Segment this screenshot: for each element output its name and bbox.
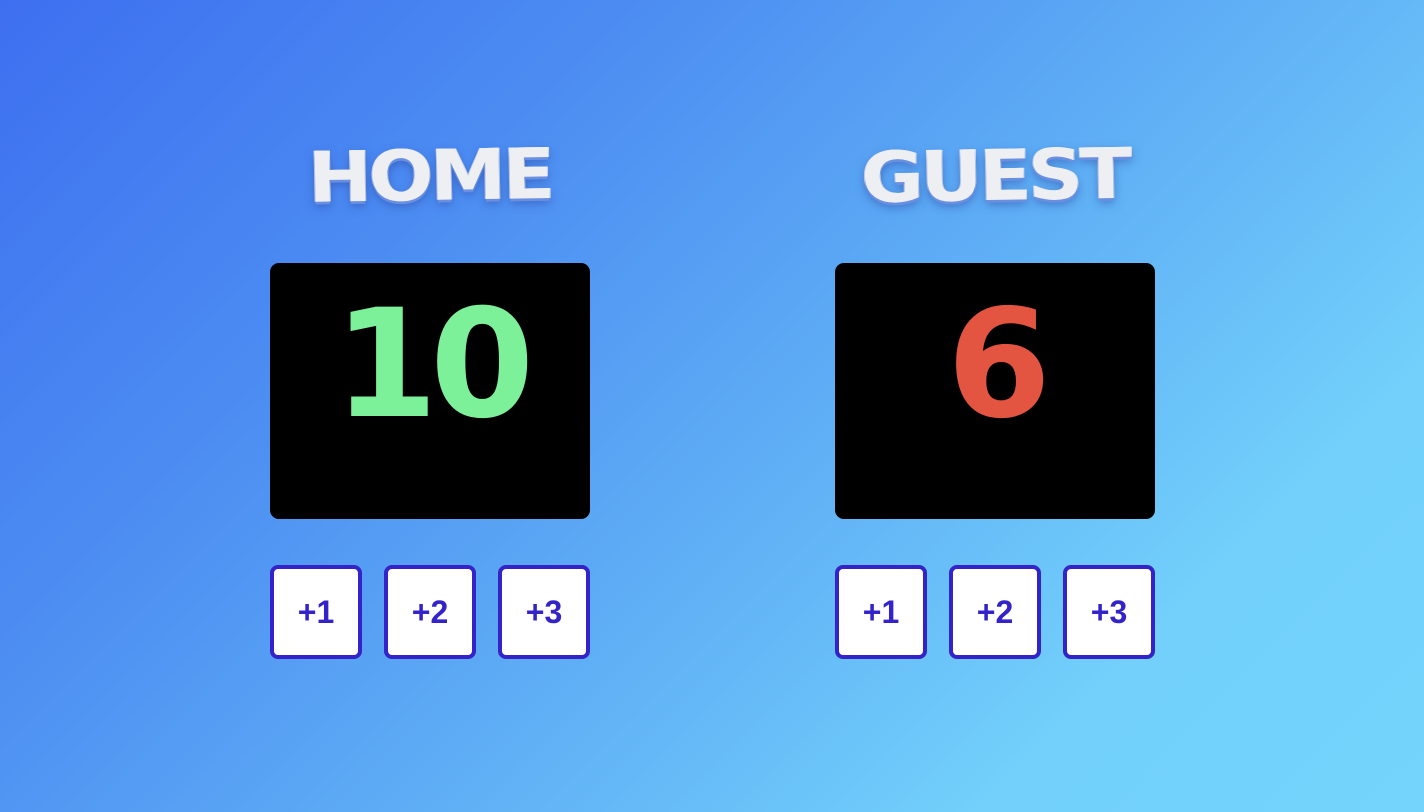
home-score-buttons: +1 +2 +3 — [270, 565, 590, 659]
guest-add-2-button[interactable]: +2 — [949, 565, 1041, 659]
home-add-3-button[interactable]: +3 — [498, 565, 590, 659]
home-add-1-button[interactable]: +1 — [270, 565, 362, 659]
guest-score-display: 6 — [835, 263, 1155, 519]
home-team-title: HOME — [307, 132, 553, 219]
guest-team-title: GUEST — [860, 132, 1130, 219]
guest-score-value: 6 — [946, 278, 1051, 452]
guest-score-buttons: +1 +2 +3 — [835, 565, 1155, 659]
home-add-2-button[interactable]: +2 — [384, 565, 476, 659]
guest-add-3-button[interactable]: +3 — [1063, 565, 1155, 659]
home-score-value: 10 — [333, 278, 535, 452]
home-score-display: 10 — [270, 263, 590, 519]
guest-add-1-button[interactable]: +1 — [835, 565, 927, 659]
